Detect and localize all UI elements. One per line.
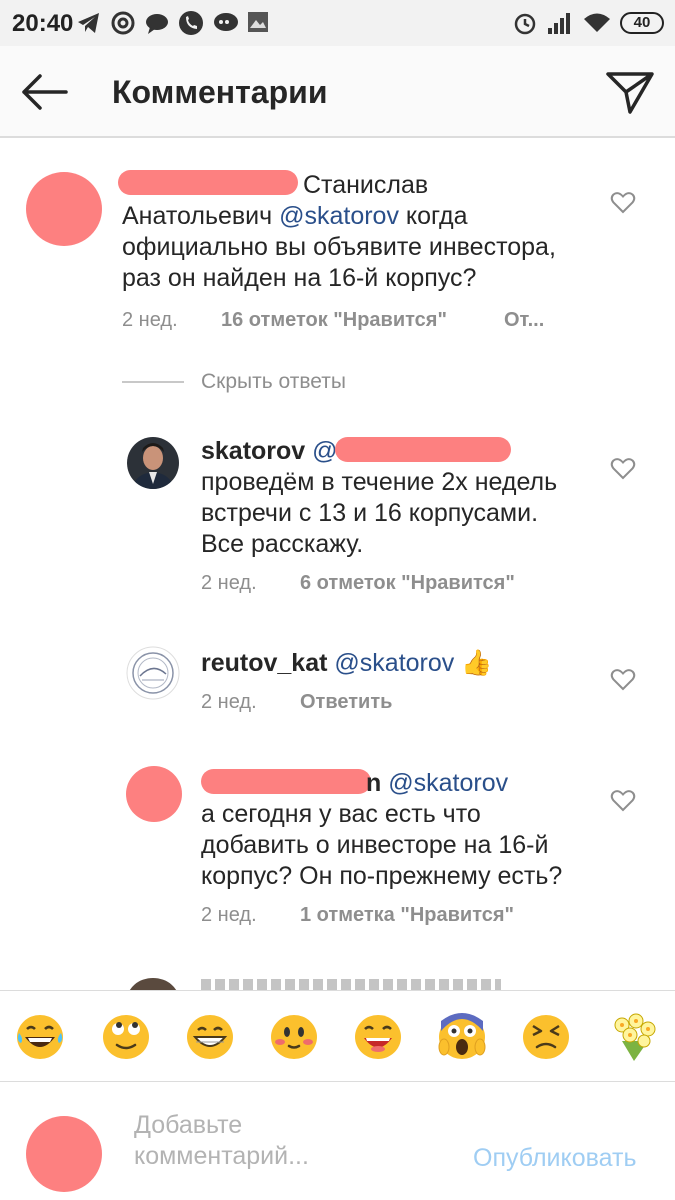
- likes-count: 1 отметка "Нравится": [300, 904, 514, 926]
- heart-icon[interactable]: [610, 457, 636, 481]
- bouquet-emoji[interactable]: [608, 1011, 660, 1061]
- username-link[interactable]: skatorov: [201, 437, 305, 465]
- reply-label: Ответить: [300, 691, 393, 713]
- username-link[interactable]: reutov_kat: [201, 649, 327, 677]
- comment-timestamp: 2 нед.: [122, 309, 178, 331]
- heart-icon[interactable]: [610, 668, 636, 692]
- back-arrow-icon[interactable]: [18, 72, 70, 112]
- persevering-emoji[interactable]: [520, 1011, 572, 1061]
- avatar[interactable]: [126, 646, 180, 700]
- likes-count-link[interactable]: 1 отметка "Нравится": [300, 904, 514, 927]
- reply-link[interactable]: Ответить: [300, 691, 392, 714]
- comment-text: Анатольевич: [122, 202, 280, 230]
- hide-replies-label[interactable]: Скрыть ответы: [201, 370, 346, 394]
- publish-button[interactable]: Опубликовать: [473, 1144, 636, 1173]
- heart-icon[interactable]: [610, 191, 636, 215]
- phone-icon: [179, 11, 203, 35]
- comment-text-line: а сегодня у вас есть что: [201, 800, 481, 828]
- clipped-text: [201, 979, 501, 990]
- page-title: Комментарии: [112, 74, 328, 110]
- divider-line: [122, 381, 184, 383]
- mention-link[interactable]: @skatorov: [334, 649, 454, 677]
- avatar[interactable]: [126, 766, 182, 822]
- alarm-icon: [514, 13, 536, 35]
- reply-label: От...: [504, 309, 545, 331]
- redacted-username: [201, 769, 371, 794]
- status-bar: 20:40 40: [0, 0, 675, 46]
- comment-text-line: Станислав: [303, 171, 429, 199]
- comment-text-line: n @skatorov: [366, 768, 508, 799]
- signal-icon: [548, 13, 570, 34]
- at-icon: [111, 11, 135, 35]
- mention-link[interactable]: @skatorov: [388, 769, 508, 797]
- thumbs-up-emoji: 👍: [461, 649, 493, 677]
- input-placeholder-line: комментарий...: [134, 1142, 309, 1170]
- comment-timestamp: 2 нед.: [201, 691, 257, 713]
- rolling-eyes-emoji[interactable]: [100, 1011, 152, 1061]
- comment-text: когда: [398, 202, 468, 230]
- redacted-username: [118, 170, 298, 195]
- emoji-quick-bar: [0, 990, 675, 1082]
- comment-text-line: корпус? Он по-прежнему есть?: [201, 862, 563, 890]
- image-icon: [248, 12, 268, 32]
- comment-timestamp: 2 нед.: [201, 572, 257, 594]
- avatar: [129, 978, 177, 990]
- avatar[interactable]: [26, 172, 102, 246]
- comment-text-line: раз он найден на 16-й корпус?: [122, 264, 477, 292]
- comment-input[interactable]: Добавьте комментарий...: [134, 1110, 454, 1172]
- telegram-icon: [78, 13, 99, 33]
- avatar[interactable]: [126, 436, 180, 490]
- paper-plane-icon[interactable]: [604, 68, 656, 116]
- blushing-emoji[interactable]: [268, 1011, 320, 1061]
- grinning-emoji[interactable]: [184, 1011, 236, 1061]
- battery-icon: 40: [620, 12, 664, 34]
- heart-icon[interactable]: [610, 789, 636, 813]
- comment-text-line: добавить о инвесторе на 16-й: [201, 831, 549, 859]
- current-user-avatar: [26, 1116, 102, 1192]
- likes-count-link[interactable]: 6 отметок "Нравится": [300, 572, 515, 595]
- mention-link[interactable]: @skatorov: [279, 202, 399, 230]
- username-tail[interactable]: n: [366, 769, 381, 797]
- comment-text-line: Все расскажу.: [201, 530, 364, 558]
- comment-timestamp: 2 нед.: [201, 904, 257, 926]
- wifi-icon: [584, 13, 610, 32]
- screaming-emoji[interactable]: [436, 1011, 488, 1061]
- comment-text-line: Анатольевич @skatorov когда: [122, 201, 468, 232]
- likes-count: 16 отметок "Нравится": [221, 309, 447, 331]
- comment-text-line: skatorov @r: [201, 436, 346, 467]
- next-comment-peek: [0, 976, 675, 990]
- likes-count: 6 отметок "Нравится": [300, 572, 515, 594]
- input-placeholder-line: Добавьте: [134, 1111, 243, 1139]
- top-app-bar: Комментарии: [0, 46, 675, 138]
- comment-text-line: встречи с 13 и 16 корпусами.: [201, 499, 539, 527]
- comment-text-line: reutov_kat @skatorov 👍: [201, 648, 492, 679]
- speech-icon: [214, 13, 238, 31]
- comment-text-line: официально вы объявите инвестора,: [122, 233, 556, 261]
- redacted-mention: [335, 437, 511, 462]
- laughing-emoji[interactable]: [352, 1011, 404, 1061]
- comment-composer: Добавьте комментарий... Опубликовать: [0, 1082, 675, 1200]
- status-time: 20:40: [12, 10, 74, 37]
- reply-link[interactable]: От...: [504, 309, 544, 332]
- comment-text-line: проведём в течение 2х недель: [201, 468, 558, 496]
- laughing-tears-emoji[interactable]: [14, 1011, 66, 1061]
- chat-bubble-icon: [146, 14, 168, 34]
- likes-count-link[interactable]: 16 отметок "Нравится": [221, 309, 447, 332]
